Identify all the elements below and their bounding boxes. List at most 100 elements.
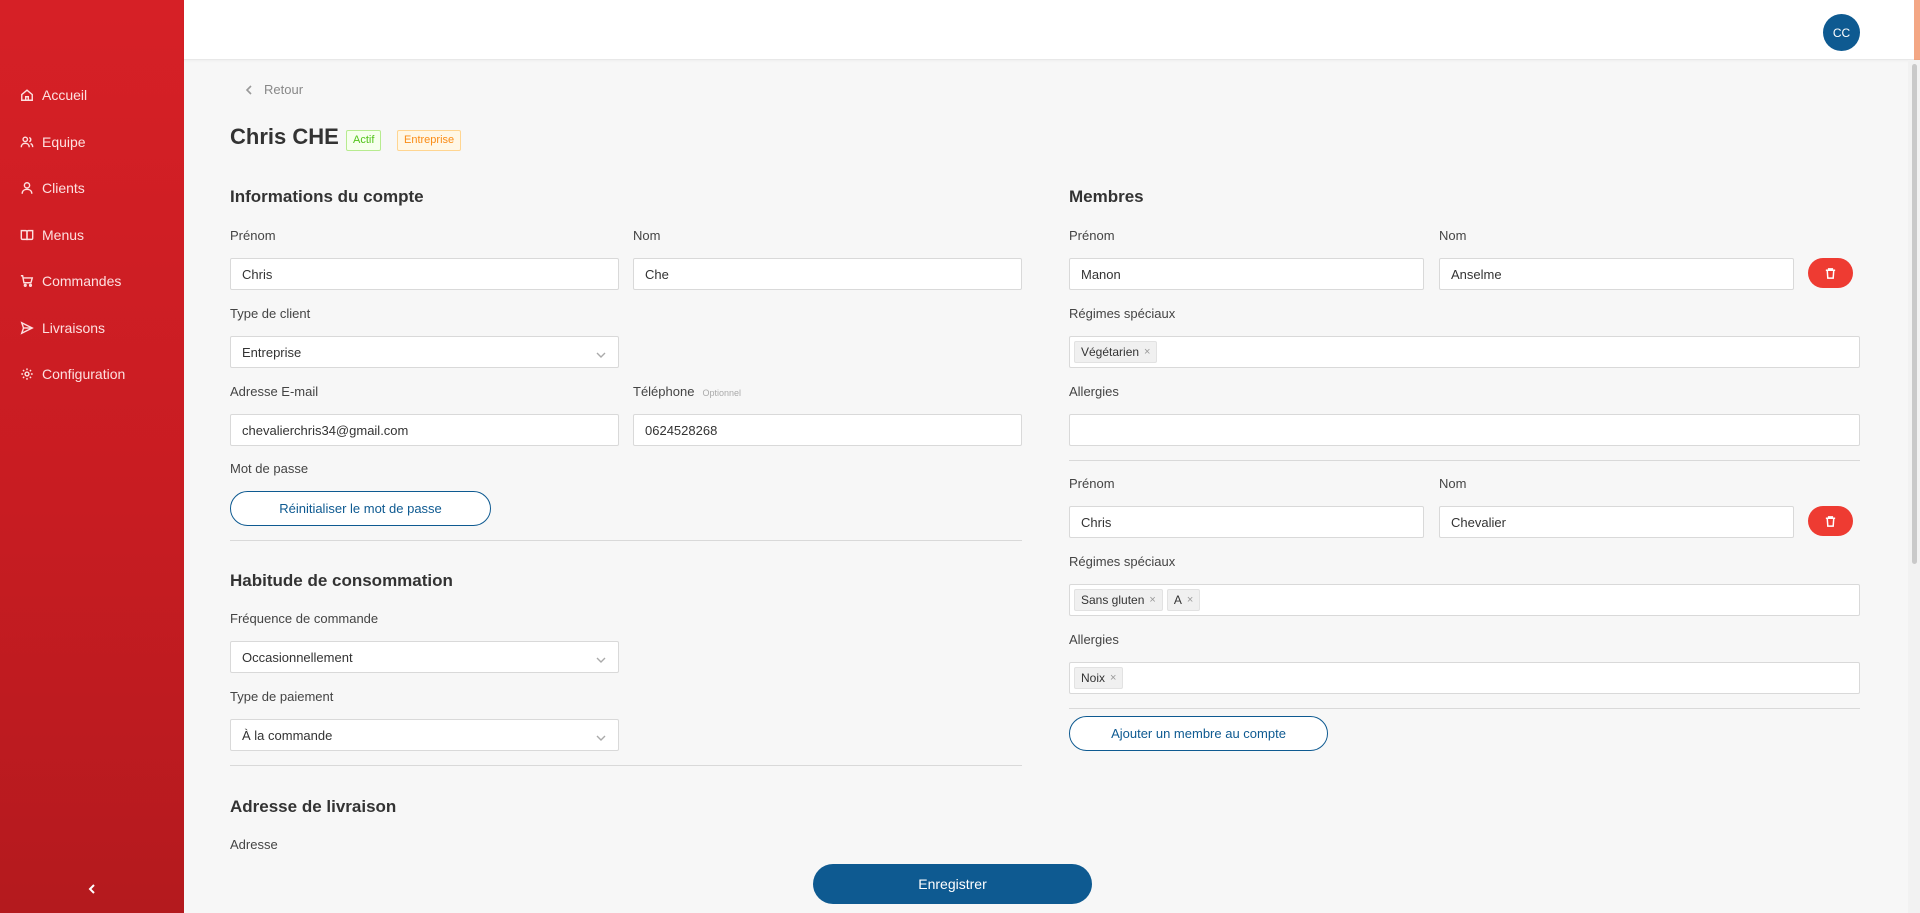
member-diets-select[interactable]: Sans gluten × A ×: [1069, 584, 1860, 616]
delete-member-button[interactable]: [1808, 506, 1853, 536]
lastname-label: Nom: [633, 228, 661, 243]
payment-value: À la commande: [242, 727, 333, 743]
frequency-value: Occasionnellement: [242, 649, 353, 665]
home-icon: [20, 88, 34, 102]
remove-tag-icon[interactable]: ×: [1144, 346, 1150, 358]
sidebar: Accueil Equipe Clients Menus Commandes L…: [0, 0, 184, 913]
allergy-tag-label: Noix: [1081, 671, 1106, 685]
member-firstname-label: Prénom: [1069, 476, 1115, 491]
sidebar-item-label: Accueil: [42, 87, 88, 104]
remove-tag-icon[interactable]: ×: [1110, 672, 1116, 684]
delete-member-button[interactable]: [1808, 258, 1853, 288]
back-label: Retour: [264, 82, 304, 97]
divider: [230, 540, 1022, 541]
trash-icon: [1825, 267, 1836, 279]
sidebar-item-label: Livraisons: [42, 319, 106, 336]
firstname-field[interactable]: Chris: [230, 258, 619, 290]
sidebar-item-accueil[interactable]: Accueil: [0, 72, 184, 119]
sidebar-item-label: Menus: [42, 226, 85, 243]
client-type-select[interactable]: Entreprise: [230, 336, 619, 368]
member-lastname-field[interactable]: Anselme: [1439, 258, 1794, 290]
member-diets-label: Régimes spéciaux: [1069, 554, 1176, 569]
frequency-label: Fréquence de commande: [230, 611, 379, 626]
sidebar-item-commandes[interactable]: Commandes: [0, 258, 184, 305]
diet-tag-label: A: [1173, 593, 1182, 607]
member-allergies-select[interactable]: [1069, 414, 1860, 446]
client-type-label: Type de client: [230, 306, 311, 321]
members-section-title: Membres: [1069, 187, 1144, 206]
sidebar-nav: Accueil Equipe Clients Menus Commandes L…: [0, 72, 184, 398]
page-title: Chris CHE: [230, 124, 339, 149]
habits-section-title: Habitude de consommation: [230, 571, 453, 590]
send-icon: [20, 321, 34, 335]
avatar[interactable]: CC: [1823, 14, 1860, 51]
divider: [230, 765, 1022, 766]
sidebar-item-livraisons[interactable]: Livraisons: [0, 305, 184, 352]
password-label: Mot de passe: [230, 461, 309, 476]
team-icon: [20, 135, 34, 149]
chevron-left-icon: [245, 84, 252, 95]
sidebar-item-label: Clients: [42, 180, 85, 197]
allergy-tag: Noix ×: [1074, 667, 1124, 689]
phone-label-text: Téléphone: [633, 384, 695, 399]
frequency-select[interactable]: Occasionnellement: [230, 641, 619, 673]
member-diets-select[interactable]: Végétarien ×: [1069, 336, 1860, 368]
member-allergies-label: Allergies: [1069, 632, 1119, 647]
status-badge: Actif: [346, 130, 382, 151]
divider: [1069, 708, 1860, 709]
chevron-down-icon: [596, 653, 606, 663]
add-member-button[interactable]: Ajouter un membre au compte: [1069, 716, 1328, 751]
trash-icon: [1825, 515, 1836, 527]
email-field[interactable]: chevalierchris34@gmail.com: [230, 414, 619, 446]
chevron-down-icon: [596, 348, 606, 358]
book-icon: [20, 228, 34, 242]
user-icon: [20, 181, 34, 195]
scrollbar-thumb[interactable]: [1912, 64, 1917, 564]
client-type-badge: Entreprise: [397, 130, 462, 151]
remove-tag-icon[interactable]: ×: [1187, 594, 1193, 606]
sidebar-item-clients[interactable]: Clients: [0, 165, 184, 212]
save-button[interactable]: Enregistrer: [813, 864, 1092, 904]
delivery-section-title: Adresse de livraison: [230, 797, 397, 816]
reset-password-button[interactable]: Réinitialiser le mot de passe: [230, 491, 491, 526]
diet-tag: Sans gluten ×: [1074, 589, 1163, 611]
chevron-down-icon: [596, 731, 606, 741]
member-allergies-label: Allergies: [1069, 384, 1119, 399]
account-section-title: Informations du compte: [230, 187, 424, 206]
chevron-left-icon: [88, 884, 95, 894]
sidebar-item-equipe[interactable]: Equipe: [0, 119, 184, 166]
phone-field[interactable]: 0624528268: [633, 414, 1022, 446]
payment-select[interactable]: À la commande: [230, 719, 619, 751]
payment-label: Type de paiement: [230, 689, 334, 704]
top-bar: [184, 0, 1920, 60]
member-firstname-label: Prénom: [1069, 228, 1115, 243]
diet-tag-label: Végétarien: [1081, 345, 1140, 359]
client-type-value: Entreprise: [242, 344, 302, 360]
back-link[interactable]: Retour: [244, 82, 303, 97]
sidebar-item-label: Equipe: [42, 133, 86, 150]
sidebar-item-menus[interactable]: Menus: [0, 212, 184, 259]
diet-tag: A ×: [1166, 589, 1201, 611]
sidebar-item-configuration[interactable]: Configuration: [0, 351, 184, 398]
email-label: Adresse E-mail: [230, 384, 319, 399]
member-firstname-field[interactable]: Chris: [1069, 506, 1424, 538]
member-allergies-select[interactable]: Noix ×: [1069, 662, 1860, 694]
cart-icon: [20, 274, 34, 288]
address-label: Adresse: [230, 837, 278, 852]
member-diets-label: Régimes spéciaux: [1069, 306, 1176, 321]
collapse-sidebar-button[interactable]: [80, 877, 104, 901]
firstname-label: Prénom: [230, 228, 276, 243]
diet-tag-label: Sans gluten: [1081, 593, 1145, 607]
phone-label: Téléphone Optionnel: [633, 384, 741, 399]
member-lastname-label: Nom: [1439, 476, 1467, 491]
phone-optional-hint: Optionnel: [702, 388, 741, 398]
lastname-field[interactable]: Che: [633, 258, 1022, 290]
sidebar-item-label: Commandes: [42, 273, 122, 290]
member-lastname-label: Nom: [1439, 228, 1467, 243]
member-firstname-field[interactable]: Manon: [1069, 258, 1424, 290]
divider: [1069, 460, 1860, 461]
remove-tag-icon[interactable]: ×: [1149, 594, 1155, 606]
gear-icon: [20, 367, 34, 381]
diet-tag: Végétarien ×: [1074, 341, 1158, 363]
member-lastname-field[interactable]: Chevalier: [1439, 506, 1794, 538]
